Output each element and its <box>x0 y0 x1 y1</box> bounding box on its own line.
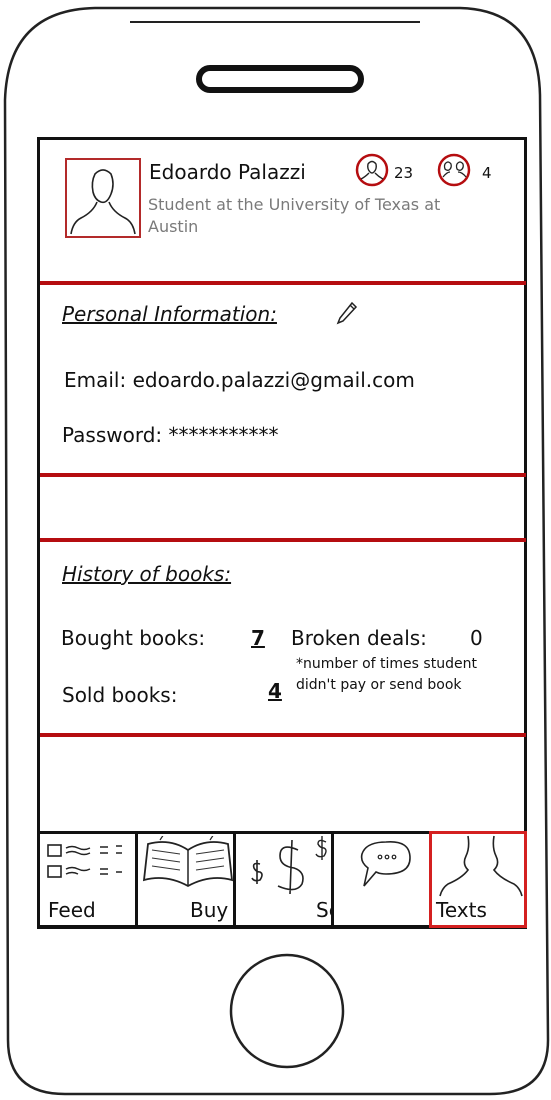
nav-feed[interactable]: Feed <box>37 831 138 928</box>
followers-count: 23 <box>394 164 414 182</box>
person-icon <box>70 169 136 235</box>
bought-books-value: 7 <box>251 626 265 650</box>
bought-books-label: Bought books: <box>61 626 206 650</box>
broken-deals-note-line1: *number of times student <box>296 656 477 672</box>
divider-personal <box>40 473 526 477</box>
sold-books-label: Sold books: <box>62 683 178 707</box>
profile-avatar[interactable] <box>65 158 141 238</box>
nav-texts[interactable]: Texts <box>429 831 527 928</box>
nav-feed-label: Feed <box>48 898 96 922</box>
divider-history-bottom <box>40 733 526 737</box>
nav-chat[interactable] <box>331 831 432 928</box>
divider-header <box>40 281 526 285</box>
dollar-icon <box>251 836 327 894</box>
broken-deals-label: Broken deals: <box>291 626 427 650</box>
open-book-icon <box>142 836 233 888</box>
person-icon <box>439 835 523 897</box>
followers-icon[interactable] <box>355 153 389 187</box>
nav-texts-label: Texts <box>436 898 487 922</box>
groups-icon[interactable] <box>435 153 473 187</box>
personal-info-title: Personal Information: <box>62 302 277 326</box>
profile-subtitle-line1: Student at the University of Texas at <box>148 195 441 214</box>
sold-books-value: 4 <box>268 679 282 703</box>
email-field[interactable]: Email: edoardo.palazzi@gmail.com <box>64 368 415 392</box>
nav-sell[interactable]: Sell <box>233 831 334 928</box>
password-field[interactable]: Password: *********** <box>62 423 279 447</box>
broken-deals-note-line2: didn't pay or send book <box>296 677 462 693</box>
profile-name: Edoardo Palazzi <box>149 160 306 184</box>
chat-bubble-icon <box>360 841 411 887</box>
profile-subtitle-line2: Austin <box>148 217 199 236</box>
pencil-icon[interactable] <box>336 301 358 325</box>
phone-screen <box>37 137 527 929</box>
feed-list-icon <box>47 844 122 878</box>
profile-subtitle: Student at the University of Texas at Au… <box>148 194 518 238</box>
broken-deals-value: 0 <box>470 626 483 650</box>
groups-count: 4 <box>482 164 492 182</box>
nav-buy[interactable]: Buy <box>135 831 236 928</box>
nav-buy-label: Buy <box>190 898 229 922</box>
divider-history-top <box>40 538 526 542</box>
history-title: History of books: <box>62 562 232 586</box>
